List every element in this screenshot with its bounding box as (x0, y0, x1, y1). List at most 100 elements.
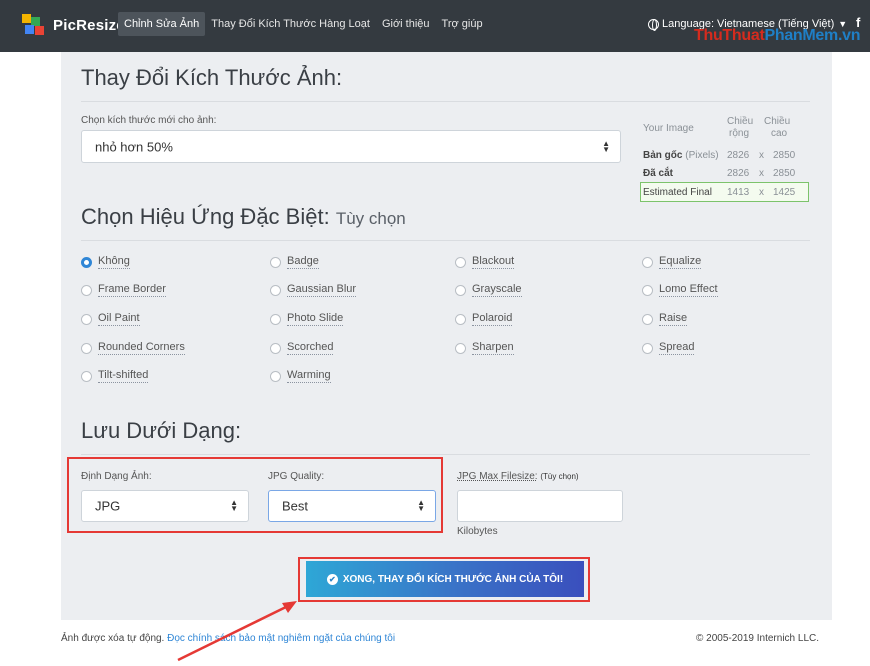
radio-icon (81, 342, 92, 354)
effect-option-none[interactable]: Không (81, 255, 130, 269)
effect-label: Grayscale (472, 283, 522, 297)
nav-links: Chỉnh Sửa Ảnh Thay Đổi Kích Thước Hàng L… (118, 12, 489, 36)
quality-select[interactable]: Best ▲ ▼ (268, 490, 436, 522)
effect-option-tilt-shifted[interactable]: Tilt-shifted (81, 369, 149, 383)
nav-link-edit[interactable]: Chỉnh Sửa Ảnh (118, 12, 206, 36)
radio-icon (455, 313, 466, 325)
effect-option-polaroid[interactable]: Polaroid (455, 312, 513, 326)
row-original-x: x (759, 150, 764, 161)
effect-label: Tilt-shifted (98, 369, 149, 383)
brand[interactable]: PicResize (22, 14, 125, 36)
radio-icon (455, 342, 466, 354)
effect-label: Blackout (472, 255, 515, 269)
nav-link-batch-resize[interactable]: Thay Đổi Kích Thước Hàng Loạt (205, 12, 376, 36)
radio-icon (270, 256, 281, 268)
maxsize-optional: (Tùy chọn) (540, 472, 579, 481)
row-estimated-width: 1413 (727, 187, 750, 198)
radio-icon (642, 313, 653, 325)
effect-label: Warming (287, 369, 331, 383)
row-original-label: Bản gốc (643, 150, 683, 161)
effect-option-grayscale[interactable]: Grayscale (455, 283, 522, 297)
resize-heading: Thay Đổi Kích Thước Ảnh: (81, 65, 343, 90)
effect-option-equalize[interactable]: Equalize (642, 255, 702, 269)
row-original-suffix: (Pixels) (685, 150, 719, 161)
format-label: Định Dạng Ảnh: (81, 471, 152, 482)
col-width-1: Chiều (727, 116, 754, 127)
divider (81, 240, 810, 241)
effect-option-scorched[interactable]: Scorched (270, 341, 334, 355)
row-estimated-x: x (759, 187, 764, 198)
effect-label: Equalize (659, 255, 702, 269)
row-cropped-label: Đã cắt (643, 168, 674, 179)
effect-label: Rounded Corners (98, 341, 185, 355)
effect-label: Oil Paint (98, 312, 140, 326)
row-cropped-x: x (759, 168, 764, 179)
submit-label: XONG, THAY ĐỔI KÍCH THƯỚC ẢNH CỦA TÔI! (342, 573, 564, 585)
quality-label: JPG Quality: (268, 471, 325, 482)
col-image: Your Image (643, 123, 694, 134)
watermark: ThuThuatPhanMem.vn (694, 27, 860, 45)
kilobytes-label: Kilobytes (457, 526, 498, 537)
effect-option-raise[interactable]: Raise (642, 312, 688, 326)
effect-label: Spread (659, 341, 695, 355)
divider (81, 454, 810, 455)
watermark-part3: .vn (837, 27, 861, 44)
col-height-1: Chiều (764, 116, 791, 127)
radio-icon (642, 256, 653, 268)
row-estimated-height: 1425 (773, 187, 796, 198)
effect-label: Photo Slide (287, 312, 344, 326)
nav-link-help[interactable]: Trợ giúp (436, 12, 489, 36)
nav-link-about[interactable]: Giới thiệu (376, 12, 436, 36)
radio-icon (642, 284, 653, 296)
effect-option-warming[interactable]: Warming (270, 369, 331, 383)
effects-heading: Chọn Hiệu Ứng Đặc Biệt: Tùy chọn (81, 204, 406, 230)
effects-heading-optional: Tùy chọn (335, 209, 406, 228)
effect-option-frame-border[interactable]: Frame Border (81, 283, 166, 297)
format-select-value: JPG (95, 498, 121, 514)
globe-icon (648, 18, 659, 31)
effect-option-photo-slide[interactable]: Photo Slide (270, 312, 344, 326)
radio-icon (455, 256, 466, 268)
size-select[interactable]: nhỏ hơn 50% ▲ ▼ (81, 130, 621, 163)
radio-icon (81, 284, 92, 296)
footer-note: Ảnh được xóa tự động. Đọc chính sách bảo… (61, 633, 395, 644)
select-arrows-icon: ▲ ▼ (417, 498, 425, 513)
effect-label: Scorched (287, 341, 334, 355)
privacy-policy-link[interactable]: Đọc chính sách bảo mật nghiêm ngặt của c… (167, 633, 395, 644)
effect-label: Lomo Effect (659, 283, 718, 297)
effects-heading-text: Chọn Hiệu Ứng Đặc Biệt: (81, 204, 330, 229)
format-select[interactable]: JPG ▲ ▼ (81, 490, 249, 522)
brand-name: PicResize (53, 16, 125, 34)
radio-icon (81, 313, 92, 325)
effect-option-sharpen[interactable]: Sharpen (455, 341, 514, 355)
row-cropped-height: 2850 (773, 168, 796, 179)
effect-label: Polaroid (472, 312, 513, 326)
col-width-2: rộng (729, 128, 750, 139)
effect-option-blackout[interactable]: Blackout (455, 255, 515, 269)
radio-icon (81, 370, 92, 382)
radio-icon (270, 284, 281, 296)
submit-resize-button[interactable]: ✔ XONG, THAY ĐỔI KÍCH THƯỚC ẢNH CỦA TÔI! (306, 561, 584, 597)
effect-option-badge[interactable]: Badge (270, 255, 319, 269)
radio-checked-icon (81, 256, 92, 268)
maxsize-input[interactable] (457, 490, 623, 522)
navbar: PicResize Chỉnh Sửa Ảnh Thay Đổi Kích Th… (0, 0, 870, 52)
effect-option-gaussian-blur[interactable]: Gaussian Blur (270, 283, 357, 297)
effect-option-oil-paint[interactable]: Oil Paint (81, 312, 140, 326)
select-arrows-icon: ▲ ▼ (602, 138, 610, 154)
row-original: Bản gốc (Pixels) (643, 150, 719, 161)
row-original-width: 2826 (727, 150, 750, 161)
effect-option-rounded-corners[interactable]: Rounded Corners (81, 341, 185, 355)
select-arrows-icon: ▲ ▼ (230, 498, 238, 513)
check-circle-icon: ✔ (326, 573, 338, 585)
effect-label: Gaussian Blur (287, 283, 357, 297)
effect-label: Frame Border (98, 283, 166, 297)
watermark-part2: PhanMem (764, 27, 838, 44)
picresize-logo-icon (22, 14, 48, 36)
save-heading: Lưu Dưới Dạng: (81, 418, 242, 443)
divider (81, 101, 810, 102)
effect-option-lomo-effect[interactable]: Lomo Effect (642, 283, 718, 297)
col-height-2: cao (771, 128, 788, 139)
effect-option-spread[interactable]: Spread (642, 341, 695, 355)
watermark-part1: ThuThuat (694, 27, 765, 44)
